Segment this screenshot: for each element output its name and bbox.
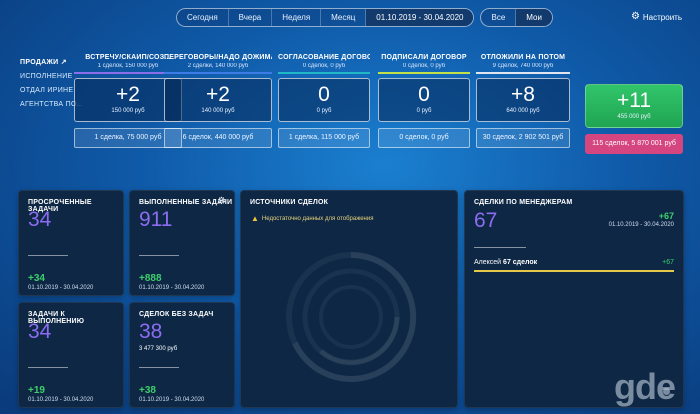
period-month[interactable]: Месяц [321,9,367,26]
total-all-card[interactable]: 115 сделок, 5 870 001 руб [585,134,683,154]
stage-subtitle: 2 сделки, 140 000 руб [187,63,249,69]
stage-new-count: 0 [318,83,330,106]
deal-sources-card[interactable]: ИСТОЧНИКИ СДЕЛОК ▲ Недостаточно данных д… [240,190,458,408]
period-switcher: Сегодня Вчера Неделя Месяц 01.10.2019 - … [176,8,475,27]
manager-delta: +67 [662,259,674,266]
period-today[interactable]: Сегодня [177,9,229,26]
pipeline-item-sales[interactable]: ПРОДАЖИ ↗ [20,58,82,66]
card-range: 01.10.2019 - 30.04.2020 [139,397,205,403]
pending-tasks-card[interactable]: ЗАДАЧИ К ВЫПОЛНЕНИЮ 34 +19 01.10.2019 - … [18,302,124,408]
period-range[interactable]: 01.10.2019 - 30.04.2020 [366,9,474,26]
divider [474,247,526,248]
funnel-stage[interactable]: ПЕРЕГОВОРЫ/НАДО ДОЖИМАТЬ 2 сделки, 140 0… [164,54,272,158]
stage-title: ПОДПИСАЛИ ДОГОВОР [381,54,467,61]
card-title: СДЕЛКИ ПО МЕНЕДЖЕРАМ [474,199,573,206]
card-value: 34 [28,320,52,343]
stage-subtitle: 0 сделок, 0 руб [302,63,346,69]
no-data-warning: ▲ Недостаточно данных для отображения [251,214,373,223]
total-new-count: +11 [616,89,652,112]
card-delta: +19 [28,385,45,396]
pipeline-item-label: ПРОДАЖИ [20,59,59,66]
divider [28,367,68,368]
gear-icon: ⚙ [630,11,640,22]
card-delta: +67 [658,211,674,221]
divider [139,255,179,256]
card-range: 01.10.2019 - 30.04.2020 [139,285,205,291]
total-new-money: 455 000 руб [617,114,651,120]
stage-title: СОГЛАСОВАНИЕ ДОГОВОРА [278,54,370,61]
pipeline-list: ПРОДАЖИ ↗ ИСПОЛНЕНИЕ ОТДАЛ ИРИНЕ АГЕНТСТ… [20,58,82,115]
stage-title: ПЕРЕГОВОРЫ/НАДО ДОЖИМАТЬ [164,54,272,61]
watermark-logo: gde [614,366,676,407]
stage-total-card[interactable]: 0 сделок, 0 руб [378,128,470,148]
empty-chart-placeholder [286,251,417,382]
sales-funnel: ВСТРЕЧУ/СКАЙП/СОЗ... 1 сделок, 150 000 р… [74,54,574,158]
deals-without-tasks-card[interactable]: СДЕЛОК БЕЗ ЗАДАЧ 38 3 477 300 руб +38 01… [129,302,235,408]
manager-name: Алексей [474,259,502,266]
pipeline-item-agencies[interactable]: АГЕНТСТВА ПО... [20,101,82,108]
card-delta: +34 [28,273,45,284]
funnel-stage[interactable]: ОТЛОЖИЛИ НА ПОТОМ 9 сделок, 740 000 руб … [476,54,570,158]
gear-icon[interactable]: ⚙ [217,196,226,207]
card-value: 34 [28,208,52,231]
scope-all[interactable]: Все [481,9,517,26]
warning-text: Недостаточно данных для отображения [261,215,374,222]
filter-bar: Сегодня Вчера Неделя Месяц 01.10.2019 - … [176,8,553,27]
card-delta: +888 [139,273,162,284]
stage-color-line [164,72,272,74]
card-money: 3 477 300 руб [139,346,178,352]
period-week[interactable]: Неделя [272,9,322,26]
stage-color-line [476,72,570,74]
completed-tasks-card[interactable]: ВЫПОЛНЕННЫЕ ЗАДАЧИ ⚙ 911 +888 01.10.2019… [129,190,235,296]
card-title: ИСТОЧНИКИ СДЕЛОК [250,199,329,206]
external-link-icon: ↗ [60,59,67,66]
stage-new-money: 0 руб [316,108,332,114]
pipeline-item-irina[interactable]: ОТДАЛ ИРИНЕ [20,87,82,94]
period-yesterday[interactable]: Вчера [229,9,273,26]
scope-switcher: Все Мои [480,8,553,27]
settings-button[interactable]: ⚙ Настроить [631,12,682,22]
overdue-tasks-card[interactable]: ПРОСРОЧЕННЫЕ ЗАДАЧИ 34 +34 01.10.2019 - … [18,190,124,296]
stage-total-card[interactable]: 1 сделка, 115 000 руб [278,128,370,148]
stage-new-card[interactable]: +2 140 000 руб [164,78,272,122]
manager-deals: 67 сделок [503,259,538,266]
stage-new-money: 140 000 руб [201,108,235,114]
card-value: 38 [139,320,163,343]
card-delta: +38 [139,385,156,396]
stage-new-card[interactable]: +8 640 000 руб [476,78,570,122]
total-new-card[interactable]: +11 455 000 руб [585,84,683,128]
card-range: 01.10.2019 - 30.04.2020 [28,285,94,291]
watermark-dot [663,388,670,395]
stage-new-card[interactable]: 0 0 руб [378,78,470,122]
stage-new-card[interactable]: 0 0 руб [278,78,370,122]
stage-color-line [278,72,370,74]
scope-mine[interactable]: Мои [516,9,552,26]
divider [28,255,68,256]
card-range: 01.10.2019 - 30.04.2020 [608,222,674,228]
settings-label: Настроить [642,12,682,22]
card-title: СДЕЛОК БЕЗ ЗАДАЧ [139,311,214,318]
stage-new-count: 0 [418,83,430,106]
stage-total-card[interactable]: 6 сделок, 440 000 руб [164,128,272,148]
stage-subtitle: 9 сделок, 740 000 руб [492,63,554,69]
stage-new-money: 0 руб [416,108,432,114]
stage-new-count: +8 [511,83,535,106]
stage-total-card[interactable]: 30 сделок, 2 902 501 руб [476,128,570,148]
divider [139,367,179,368]
warning-icon: ▲ [251,214,259,223]
stage-subtitle: 0 сделок, 0 руб [402,63,446,69]
stage-color-line [378,72,470,74]
card-value: 911 [139,208,173,231]
stage-new-count: +2 [206,83,230,106]
card-range: 01.10.2019 - 30.04.2020 [28,397,94,403]
manager-bar [474,270,674,272]
funnel-total: +11 455 000 руб 115 сделок, 5 870 001 ру… [585,84,683,154]
funnel-stage[interactable]: СОГЛАСОВАНИЕ ДОГОВОРА 0 сделок, 0 руб 0 … [278,54,370,158]
card-value: 67 [474,209,498,232]
funnel-stage[interactable]: ПОДПИСАЛИ ДОГОВОР 0 сделок, 0 руб 0 0 ру… [378,54,470,158]
stage-title: ОТЛОЖИЛИ НА ПОТОМ [480,54,566,61]
manager-row[interactable]: Алексей 67 сделок +67 [474,259,674,266]
pipeline-item-execution[interactable]: ИСПОЛНЕНИЕ [20,73,82,80]
stage-new-money: 640 000 руб [506,108,540,114]
